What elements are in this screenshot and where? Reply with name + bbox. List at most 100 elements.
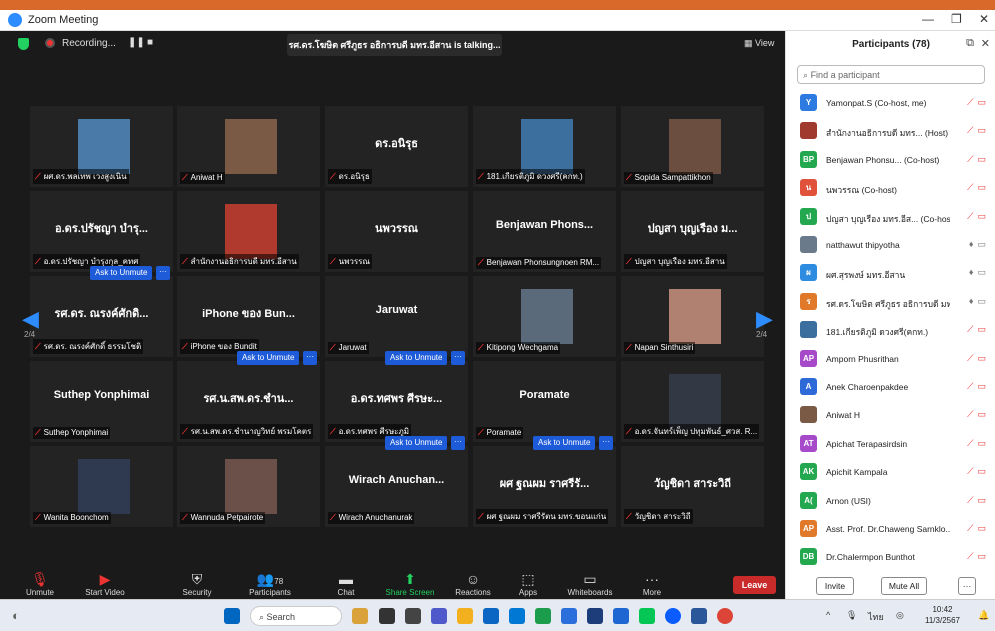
taskbar-search[interactable]: ⌕ Search [250,606,342,626]
close-panel-icon[interactable]: ✕ [981,37,990,50]
mail-icon[interactable] [509,608,525,624]
video-tile[interactable]: อ.ดร.ทศพร ศีรษะ... ⟋ อ.ดร.ทศพร ศีรษะภูมิ [325,361,468,442]
popout-icon[interactable]: ⧉ [966,37,974,50]
video-off-icon[interactable]: ▭ [977,523,986,533]
video-off-icon[interactable]: ▭ [977,551,986,561]
participant-row[interactable]: AP Amporn Phusrithan ⟋ ▭ [800,346,990,372]
video-tile[interactable]: ⟋ 181.เกียรติภูมิ ดวงศรี(คกท.) [473,106,616,187]
video-off-icon[interactable]: ▭ [977,324,986,334]
folder-icon[interactable] [457,608,473,624]
tile-more-button[interactable]: ··· [156,266,170,280]
video-off-icon[interactable]: ▭ [977,466,986,476]
zoom-taskbar-icon[interactable] [665,608,681,624]
video-tile[interactable]: ⟋ ผศ.ดร.พลเทพ เวงสูงเนิน [30,106,173,187]
store-icon[interactable] [483,608,499,624]
more-button[interactable]: ··· More [622,570,682,597]
participant-row[interactable]: สำนักงานอธิการบดี มทร... (Host) ⟋ ▭ [800,118,990,144]
video-tile[interactable]: รศ.น.สพ.ดร.ชำน... ⟋ รศ.น.สพ.ดร.ชำนาญวิทย์ … [177,361,320,442]
mic-muted-icon[interactable]: ⟋ [967,551,973,561]
mic-icon[interactable]: ♦ [969,267,974,277]
participant-row[interactable]: AK Apichit Kampala ⟋ ▭ [800,459,990,485]
video-tile[interactable]: ⟋ Sopida Sampattikhon [621,106,764,187]
mic-muted-icon[interactable]: ⟋ [967,211,973,221]
video-tile[interactable]: รศ.ดร. ณรงค์ศักดิ... ⟋ รศ.ดร. ณรงค์ศักดิ์ … [30,276,173,357]
mic-muted-icon[interactable]: ⟋ [967,438,973,448]
stop-recording-icon[interactable]: ■ [147,37,153,48]
apps-button[interactable]: ⬚ Apps [498,570,558,597]
teams-icon[interactable] [431,608,447,624]
video-off-icon[interactable]: ▭ [977,409,986,419]
unmute-button[interactable]: 🎙 Unmute [10,570,70,597]
participant-row[interactable]: Y Yamonpat.S (Co-host, me) ⟋ ▭ [800,90,990,116]
video-tile[interactable]: ผศ ฐณผม ราศรีรั... ⟋ ผศ ฐณผม ราศรีรัตน มทร… [473,446,616,527]
video-off-icon[interactable]: ▭ [977,211,986,221]
video-tile[interactable]: ⟋ สำนักงานอธิการบดี มทร.อีสาน [177,191,320,272]
app-icon[interactable] [561,608,577,624]
video-off-icon[interactable]: ▭ [977,267,986,277]
video-tile[interactable]: ดร.อนิรุธ ⟋ ดร.อนิรุธ [325,106,468,187]
edge-icon[interactable] [535,608,551,624]
mic-muted-icon[interactable]: ⟋ [967,97,973,107]
app-icon-2[interactable] [587,608,603,624]
participant-row[interactable]: นนพวรรณ (Co-host) ⟋ ▭ [800,175,990,201]
video-off-icon[interactable]: ▭ [977,97,986,107]
mic-muted-icon[interactable]: ⟋ [967,125,973,135]
ask-to-unmute-button[interactable]: Ask to Unmute [533,436,596,450]
notification-icon[interactable]: 🔔 [978,610,989,621]
video-tile[interactable]: ⟋ Napan Sinthusiri [621,276,764,357]
minimize-icon[interactable]: — [922,12,934,26]
video-off-icon[interactable]: ▭ [977,438,986,448]
video-tile[interactable]: ⟋ Wanita Boonchom [30,446,173,527]
ask-to-unmute-button[interactable]: Ask to Unmute [385,436,448,450]
share-screen-button[interactable]: ⬆ Share Screen [380,570,440,597]
clock[interactable]: 10:42 11/3/2567 [925,604,960,626]
video-off-icon[interactable]: ▭ [977,495,986,505]
mic-tray-icon[interactable]: 🎙 [846,610,857,621]
network-icon[interactable]: ◎ [896,610,904,621]
mic-muted-icon[interactable]: ⟋ [967,495,973,505]
participant-row[interactable]: Aniwat H ⟋ ▭ [800,402,990,428]
chat-button[interactable]: ▬ Chat [316,570,376,597]
pause-recording-icon[interactable]: ❚❚ [128,37,145,48]
chrome-icon[interactable] [717,608,733,624]
participant-row[interactable]: A(Arnon (USI) ⟋ ▭ [800,488,990,514]
mic-muted-icon[interactable]: ⟋ [967,154,973,164]
mic-muted-icon[interactable]: ⟋ [967,353,973,363]
video-tile[interactable]: Suthep Yonphimai ⟋ Suthep Yonphimai [30,361,173,442]
invite-button[interactable]: Invite [816,577,854,595]
video-tile[interactable]: ⟋ Aniwat H [177,106,320,187]
video-off-icon[interactable]: ▭ [977,381,986,391]
tile-more-button[interactable]: ··· [451,436,465,450]
participant-row[interactable]: natthawut thipyotha ♦ ▭ [800,232,990,258]
tile-more-button[interactable]: ··· [599,436,613,450]
input-language[interactable]: ไทย [868,610,884,624]
view-button[interactable]: ▦ View [744,38,774,49]
participant-row[interactable]: AP Asst. Prof. Dr.Chaweng Sarnklo... ⟋ ▭ [800,516,990,542]
start-icon[interactable] [224,608,240,624]
whiteboards-button[interactable]: ▭ Whiteboards [560,570,620,597]
participant-row[interactable]: AT Apichat Terapasirdsin ⟋ ▭ [800,431,990,457]
video-tile[interactable]: อ.ดร.ปรัชญา บำรุ... ⟋ อ.ดร.ปรัชญา บำรุงกุล… [30,191,173,272]
word-icon[interactable] [691,608,707,624]
video-off-icon[interactable]: ▭ [977,239,986,249]
camera-app-icon[interactable] [379,608,395,624]
video-off-icon[interactable]: ▭ [977,353,986,363]
video-tile[interactable]: Wirach Anuchan... ⟋ Wirach Anuchanurak [325,446,468,527]
video-tile[interactable]: Poramate ⟋ Poramate [473,361,616,442]
tile-more-button[interactable]: ··· [451,351,465,365]
mic-muted-icon[interactable]: ⟋ [967,523,973,533]
panel-more-button[interactable]: ··· [958,577,976,595]
maximize-icon[interactable]: ❐ [951,12,962,26]
leave-button[interactable]: Leave [733,576,776,594]
video-off-icon[interactable]: ▭ [977,182,986,192]
mic-muted-icon[interactable]: ⟋ [967,182,973,192]
video-tile[interactable]: ปญสา บุญเรือง ม... ⟋ ปญสา บุญเรือง มทร.อีส… [621,191,764,272]
ask-to-unmute-button[interactable]: Ask to Unmute [385,351,448,365]
mic-muted-icon[interactable]: ⟋ [967,466,973,476]
mute-all-button[interactable]: Mute All [881,577,927,595]
start-video-button[interactable]: ▶ Start Video [75,570,135,597]
security-button[interactable]: ⛨ Security [167,570,227,597]
widgets-icon[interactable]: ◐ [12,608,20,623]
video-off-icon[interactable]: ▭ [977,296,986,306]
video-tile[interactable]: iPhone ของ Bun... ⟋ iPhone ของ Bundit [177,276,320,357]
